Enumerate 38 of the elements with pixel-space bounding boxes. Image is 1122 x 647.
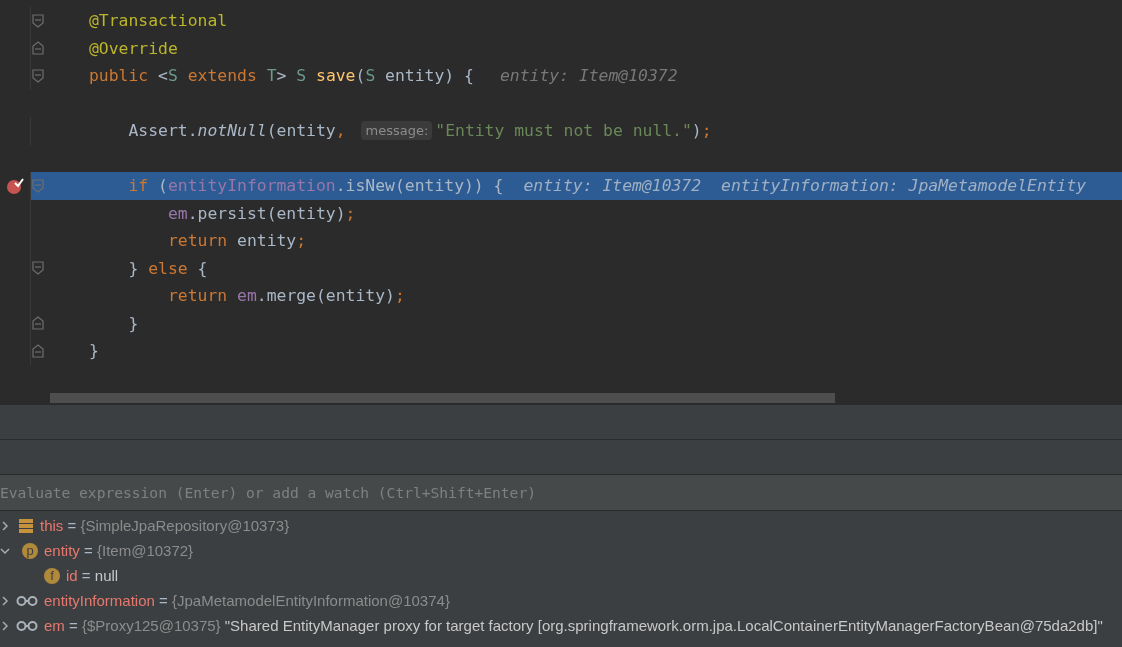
variable-entry[interactable]: id = null: [66, 567, 119, 584]
expand-chevron-icon[interactable]: [0, 520, 10, 531]
fold-icon[interactable]: [32, 316, 44, 331]
horizontal-scrollbar[interactable]: [50, 393, 835, 403]
inline-value-hint: entity: Item@10372: [523, 176, 702, 196]
fold-icon[interactable]: [32, 13, 44, 28]
stack-icon: [18, 517, 34, 534]
glasses-icon: [16, 619, 38, 632]
code-text: }: [127, 313, 139, 333]
parameter-hint: message:: [361, 121, 433, 141]
inline-value-hint: entity: Item@10372: [499, 66, 678, 86]
code-text: return entity;: [166, 231, 307, 251]
variable-entry[interactable]: entity = {Item@10372}: [44, 542, 194, 559]
inline-value-hint: entityInformation: JpaMetamodelEntity: [721, 176, 1087, 196]
expand-chevron-icon[interactable]: [0, 620, 10, 631]
code-text: @Override: [89, 38, 178, 58]
variable-entry[interactable]: this = {SimpleJpaRepository@10373}: [40, 517, 290, 534]
variable-type-icon: p: [22, 542, 38, 559]
collapse-chevron-icon[interactable]: [0, 545, 10, 556]
code-text: Assert.notNull(entity,: [127, 121, 347, 141]
code-text: return em.merge(entity);: [166, 286, 405, 306]
code-text: @Transactional: [89, 11, 228, 31]
code-text: if (entityInformation.isNew(entity)) {: [127, 176, 504, 196]
fold-icon[interactable]: [32, 343, 44, 358]
expand-chevron-icon[interactable]: [0, 595, 10, 606]
code-text: "Entity must not be null.");: [435, 121, 712, 141]
variable-type-icon: f: [44, 567, 60, 584]
fold-icon[interactable]: [32, 261, 44, 276]
glasses-icon: [16, 594, 38, 607]
fold-icon[interactable]: [32, 41, 44, 56]
code-text: em.persist(entity);: [166, 203, 356, 223]
variable-entry[interactable]: em = {$Proxy125@10375} "Shared EntityManager proxy for target factory [org.springframework.orm.jpa.LocalContainerEntityManagerFactoryBean@75da2db]": [44, 617, 1103, 634]
code-text: public <S extends T> S save(S entity) {: [89, 66, 474, 86]
code-text: } else {: [127, 258, 208, 278]
evaluate-expression-field[interactable]: Evaluate expression (Enter) or add a watch (Ctrl+Shift+Enter): [0, 475, 1122, 511]
fold-icon[interactable]: [32, 68, 44, 83]
variable-entry[interactable]: entityInformation = {JpaMetamodelEntityInformation@10374}: [44, 592, 450, 609]
code-text: }: [89, 341, 99, 361]
